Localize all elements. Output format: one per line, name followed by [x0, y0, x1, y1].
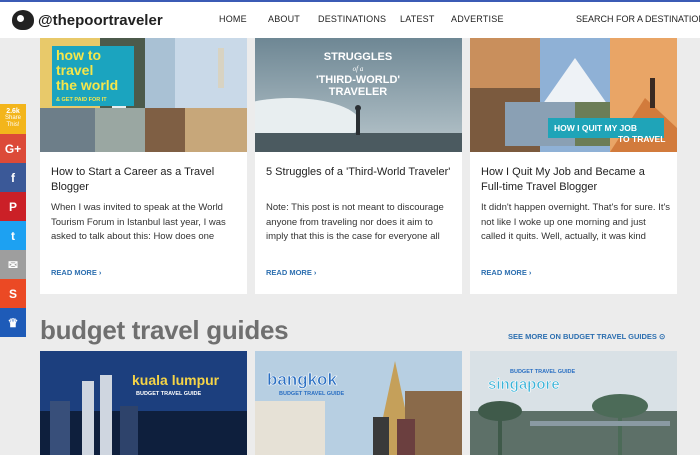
read-more-link[interactable]: READ MORE ›	[51, 268, 101, 277]
thumb-line-3: the world	[56, 77, 118, 93]
facebook-share-button[interactable]: f	[0, 163, 26, 192]
main-nav: HOME ABOUT DESTINATIONS LATEST ADVERTISE	[219, 14, 511, 24]
read-more-link[interactable]: READ MORE ›	[266, 268, 316, 277]
facebook-icon: f	[11, 170, 15, 185]
site-logo[interactable]: @thepoortraveler	[12, 10, 163, 30]
section-title: budget travel guides	[40, 315, 289, 345]
pinterest-share-button[interactable]: P	[0, 192, 26, 221]
thumb-line-2: of a	[353, 65, 364, 73]
crown-icon: ♛	[7, 315, 19, 330]
thumb-line-3: 'THIRD-WORLD'	[316, 74, 400, 86]
guide-city: bangkok	[267, 370, 337, 389]
guide-city: kuala lumpur	[132, 372, 220, 388]
guide-subtitle: BUDGET TRAVEL GUIDE	[510, 369, 576, 375]
share-count: 2.6k	[6, 108, 20, 115]
guide-city: singapore	[488, 376, 560, 393]
site-header: @thepoortraveler HOME ABOUT DESTINATIONS…	[0, 0, 700, 38]
google-plus-icon: G+	[4, 141, 22, 156]
post-card[interactable]: how to travel the world & GET PAID FOR I…	[40, 38, 247, 294]
post-title[interactable]: How to Start a Career as a Travel Blogge…	[51, 165, 237, 195]
brand-name: @thepoortraveler	[38, 11, 163, 29]
guide-subtitle: BUDGET TRAVEL GUIDE	[279, 391, 345, 397]
twitter-icon: t	[11, 228, 15, 243]
nav-destinations[interactable]: DESTINATIONS	[318, 14, 400, 24]
post-thumbnail[interactable]: HOW I QUIT MY JOB TO TRAVEL	[470, 38, 677, 152]
share-bar: 2.6k Share This! G+ f P t ✉ S ♛	[0, 104, 26, 337]
logo-icon	[12, 10, 34, 30]
nav-advertise[interactable]: ADVERTISE	[451, 14, 511, 24]
guide-card-kuala-lumpur[interactable]: kuala lumpur BUDGET TRAVEL GUIDE	[40, 351, 247, 455]
more-share-button[interactable]: ♛	[0, 308, 26, 337]
guide-card-singapore[interactable]: singapore BUDGET TRAVEL GUIDE	[470, 351, 677, 455]
search-destination-link[interactable]: SEARCH FOR A DESTINATION	[576, 14, 700, 24]
nav-home[interactable]: HOME	[219, 14, 268, 24]
post-title[interactable]: 5 Struggles of a 'Third-World Traveler'	[266, 165, 452, 180]
stumbleupon-icon: S	[8, 286, 17, 301]
email-icon: ✉	[7, 257, 19, 272]
post-excerpt: It didn't happen overnight. That's for s…	[481, 202, 671, 242]
stumbleupon-share-button[interactable]: S	[0, 279, 26, 308]
post-card[interactable]: STRUGGLES of a 'THIRD-WORLD' TRAVELER 5 …	[255, 38, 462, 294]
guide-subtitle: BUDGET TRAVEL GUIDE	[136, 391, 202, 397]
thumb-line-2: TO TRAVEL	[618, 134, 665, 144]
thumb-line-1: HOW I QUIT MY JOB	[554, 123, 637, 133]
nav-latest[interactable]: LATEST	[400, 14, 451, 24]
thumb-line-4: & GET PAID FOR IT	[56, 97, 107, 103]
post-card[interactable]: HOW I QUIT MY JOB TO TRAVEL How I Quit M…	[470, 38, 677, 294]
share-count-badge: 2.6k Share This!	[0, 104, 26, 134]
thumb-line-2: travel	[56, 62, 93, 78]
google-plus-share-button[interactable]: G+	[0, 134, 26, 163]
nav-about[interactable]: ABOUT	[268, 14, 318, 24]
share-count-label: Share This!	[4, 115, 21, 128]
twitter-share-button[interactable]: t	[0, 221, 26, 250]
pinterest-icon: P	[8, 199, 17, 214]
guide-card-bangkok[interactable]: bangkok BUDGET TRAVEL GUIDE	[255, 351, 462, 455]
post-excerpt: Note: This post is not meant to discoura…	[266, 202, 444, 242]
post-thumbnail[interactable]: how to travel the world & GET PAID FOR I…	[40, 38, 247, 152]
post-excerpt: When I was invited to speak at the World…	[51, 202, 226, 242]
post-title[interactable]: How I Quit My Job and Became a Full-time…	[481, 165, 667, 195]
see-more-guides-link[interactable]: SEE MORE ON BUDGET TRAVEL GUIDES ⊙	[508, 332, 665, 341]
email-share-button[interactable]: ✉	[0, 250, 26, 279]
read-more-link[interactable]: READ MORE ›	[481, 268, 531, 277]
thumb-line-1: STRUGGLES	[324, 51, 392, 63]
post-thumbnail[interactable]: STRUGGLES of a 'THIRD-WORLD' TRAVELER	[255, 38, 462, 152]
thumb-line-1: how to	[56, 47, 101, 63]
thumb-line-4: TRAVELER	[329, 86, 388, 98]
